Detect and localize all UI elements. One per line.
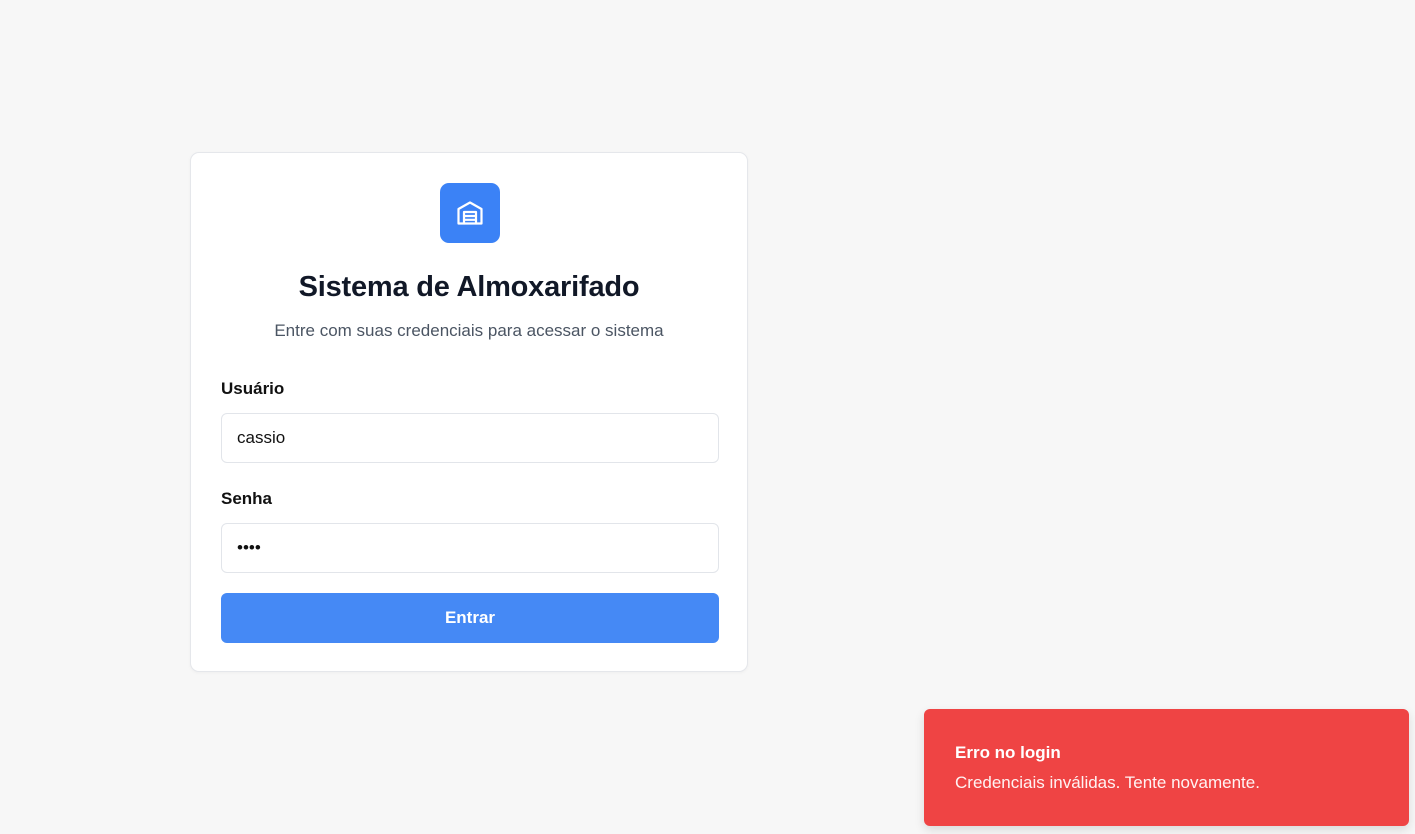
login-button[interactable]: Entrar [221, 593, 719, 643]
error-toast[interactable]: Erro no login Credenciais inválidas. Ten… [924, 709, 1409, 826]
login-card: Sistema de Almoxarifado Entre com suas c… [190, 152, 748, 672]
password-label: Senha [221, 489, 273, 508]
username-label: Usuário [221, 379, 285, 398]
toast-message: Credenciais inválidas. Tente novamente. [955, 773, 1260, 792]
username-input[interactable] [221, 413, 719, 463]
password-input[interactable] [221, 523, 719, 573]
page-subtitle: Entre com suas credenciais para acessar … [274, 321, 664, 340]
toast-title: Erro no login [955, 743, 1061, 762]
page-title: Sistema de Almoxarifado [298, 271, 640, 303]
warehouse-icon [440, 183, 500, 243]
